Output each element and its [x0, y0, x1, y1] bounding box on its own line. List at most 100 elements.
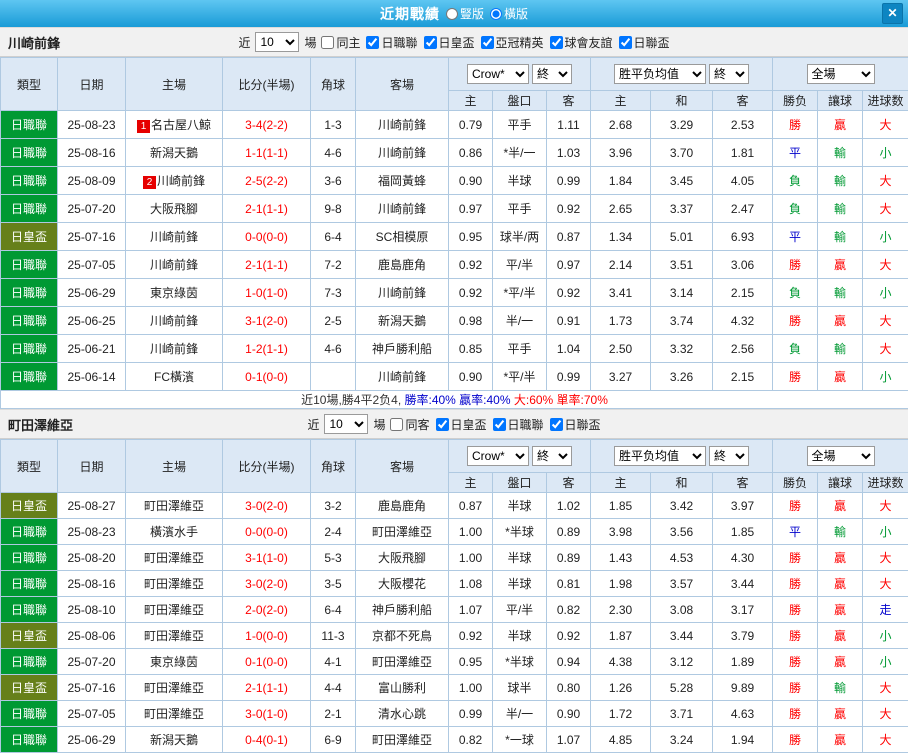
europe-time-select[interactable]: 終 — [709, 446, 750, 466]
handicap-home-odds-cell: 1.07 — [448, 596, 493, 623]
odds-away-cell: 2.47 — [712, 194, 774, 223]
handicap-away-odds-cell: 0.89 — [545, 518, 592, 545]
match-count-select[interactable]: 10 — [324, 414, 369, 434]
filter-checkbox[interactable]: 日職聯 — [492, 416, 544, 433]
title-group: 近期戰績 豎版 橫版 — [380, 4, 528, 24]
odds-home-cell: 3.27 — [590, 362, 652, 391]
filter-checkbox[interactable]: 亞冠精英 — [480, 34, 544, 51]
home-team-cell: 町田澤維亞 — [125, 492, 223, 519]
handicap-home-odds-cell: 0.92 — [448, 250, 493, 279]
filter-checkbox-input[interactable] — [423, 35, 437, 49]
handicap-line-cell: *平/半 — [492, 362, 547, 391]
away-team-cell: 大阪櫻花 — [355, 570, 449, 597]
score-cell: 2-0(2-0) — [222, 596, 311, 623]
near-label: 近 — [238, 35, 251, 50]
filter-checkbox-input[interactable] — [390, 417, 404, 431]
odds-home-cell: 3.41 — [590, 278, 652, 307]
score-cell: 0-0(0-0) — [222, 222, 311, 251]
europe-odds-select[interactable]: 胜平负均值 — [614, 446, 707, 466]
summary-segment: 近10場,勝4平2负4, — [301, 393, 405, 407]
handicap-line-cell: 平手 — [492, 110, 547, 139]
europe-odds-select[interactable]: 胜平负均值 — [614, 64, 707, 84]
filter-checkbox-input[interactable] — [321, 35, 335, 49]
games-label: 場 — [373, 417, 386, 432]
layout-radio-horizontal-input[interactable] — [490, 7, 502, 20]
col-away: 客場 — [355, 439, 449, 493]
match-row: 日職聯 25-06-14 FC橫濱 0-1(0-0) 川崎前鋒 0.90 *平/半 0.99 3… — [0, 362, 908, 391]
filter-checkbox-input[interactable] — [480, 35, 494, 49]
result-cell: 勝 — [772, 110, 819, 139]
away-team-cell: 神戶勝利船 — [355, 334, 449, 363]
odds-home-cell: 1.26 — [590, 674, 652, 701]
corner-cell: 3-6 — [310, 166, 356, 195]
score-cell: 3-1(2-0) — [222, 306, 311, 335]
col-goals: 进球数 — [862, 472, 908, 493]
goals-result-cell: 大 — [862, 334, 908, 363]
score-cell: 3-4(2-2) — [222, 110, 311, 139]
competition-type-cell: 日職聯 — [0, 250, 58, 279]
odds-home-cell: 1.85 — [590, 492, 652, 519]
filter-checkbox[interactable]: 同客 — [390, 416, 430, 433]
result-cell: 勝 — [772, 544, 819, 571]
odds-source-select[interactable]: Crow* — [467, 446, 529, 466]
scope-select[interactable]: 全場 — [806, 64, 875, 84]
filter-checkbox-input[interactable] — [435, 417, 449, 431]
score-cell: 1-2(1-1) — [222, 334, 311, 363]
close-button[interactable]: ✕ — [882, 3, 903, 24]
competition-type-cell: 日職聯 — [0, 362, 58, 391]
handicap-line-cell: 半/一 — [492, 700, 547, 727]
goals-result-cell: 小 — [862, 222, 908, 251]
match-rows: 日職聯 25-08-23 1 名古屋八鯨 3-4(2-2) 1-3 川崎前鋒 0.79 平手 1.… — [0, 110, 908, 409]
layout-radio-vertical-input[interactable] — [445, 7, 458, 20]
handicap-time-select[interactable]: 終 — [532, 64, 572, 84]
handicap-line-cell: 半球 — [492, 544, 547, 571]
match-row: 日皇盃 25-07-16 町田澤維亞 2-1(1-1) 4-4 富山勝利 1.00 球半 0.8… — [0, 674, 908, 701]
handicap-away-odds-cell: 0.92 — [545, 278, 592, 307]
filter-checkbox-input[interactable] — [549, 35, 563, 49]
away-team-cell: 町田澤維亞 — [355, 726, 449, 753]
odds-source-select[interactable]: Crow* — [467, 64, 529, 84]
layout-radio-horizontal[interactable]: 橫版 — [490, 5, 528, 22]
match-count-select[interactable]: 10 — [255, 32, 300, 52]
goals-result-cell: 大 — [862, 166, 908, 195]
filter-checkbox[interactable]: 同主 — [321, 34, 360, 51]
filter-checkbox[interactable]: 日聯盃 — [549, 416, 601, 433]
scope-select[interactable]: 全場 — [806, 446, 875, 466]
filter-checkbox-input[interactable] — [549, 417, 563, 431]
layout-radio-vertical[interactable]: 豎版 — [445, 5, 484, 22]
summary-segment: 單率:70% — [553, 393, 608, 407]
odds-home-cell: 2.65 — [590, 194, 652, 223]
filter-checkbox-input[interactable] — [366, 35, 380, 49]
filter-checkbox[interactable]: 日皇盃 — [435, 416, 487, 433]
filter-checkbox[interactable]: 日職聯 — [366, 34, 418, 51]
date-cell: 25-08-06 — [57, 622, 126, 649]
handicap-time-select[interactable]: 終 — [532, 446, 572, 466]
away-team-cell: 川崎前鋒 — [355, 278, 449, 307]
filter-checkbox-input[interactable] — [618, 35, 632, 49]
corner-cell — [310, 362, 356, 391]
result-cell: 勝 — [772, 648, 819, 675]
match-rows: 日皇盃 25-08-27 町田澤維亞 3-0(2-0) 3-2 鹿島鹿角 0.87 半球 1.0… — [0, 492, 908, 753]
filter-checkbox[interactable]: 日聯盃 — [618, 34, 670, 51]
results-table: 類型 日期 主場 比分(半場) 角球 客場 Crow* 終 胜平负均值 終 全場… — [0, 57, 908, 409]
filter-checkbox-label: 球會友誼 — [564, 35, 613, 50]
filter-checkbox[interactable]: 日皇盃 — [423, 34, 475, 51]
date-cell: 25-07-20 — [57, 648, 126, 675]
handicap-line-cell: 球半 — [492, 674, 547, 701]
goals-result-cell: 大 — [862, 700, 908, 727]
result-cell: 勝 — [772, 674, 819, 701]
filter-checkbox-label: 日職聯 — [381, 35, 418, 50]
home-team-name: 東京綠茵 — [149, 655, 198, 669]
handicap-result-cell: 贏 — [817, 544, 864, 571]
col-handicap-result: 讓球 — [817, 472, 864, 493]
handicap-away-odds-cell: 0.89 — [545, 544, 592, 571]
filter-checkbox[interactable]: 球會友誼 — [549, 34, 613, 51]
competition-type-cell: 日職聯 — [0, 110, 58, 139]
europe-time-select[interactable]: 終 — [709, 64, 750, 84]
date-cell: 25-08-23 — [57, 110, 126, 139]
corner-cell: 11-3 — [310, 622, 356, 649]
filter-checkbox-input[interactable] — [492, 417, 506, 431]
handicap-result-cell: 贏 — [817, 362, 864, 391]
away-team-name: 町田澤維亞 — [371, 655, 432, 669]
goals-result-cell: 大 — [862, 726, 908, 753]
